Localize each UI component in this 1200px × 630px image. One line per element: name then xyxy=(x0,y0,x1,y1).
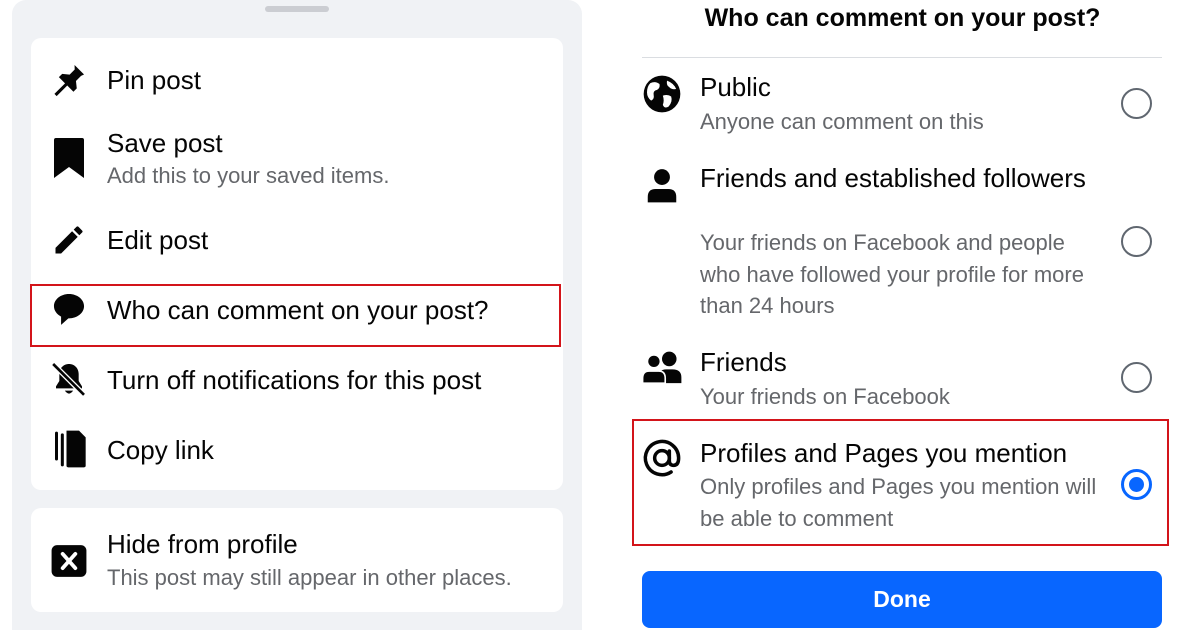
option-description: Only profiles and Pages you mention will… xyxy=(700,474,1097,531)
divider xyxy=(642,57,1162,58)
menu-item-label: Who can comment on your post? xyxy=(107,295,489,325)
done-button[interactable]: Done xyxy=(642,571,1162,628)
option-profiles-and-pages-you-mention[interactable]: Profiles and Pages you mention Only prof… xyxy=(620,436,1180,538)
menu-item-sublabel: Add this to your saved items. xyxy=(107,163,390,188)
menu-item-label: Turn off notifications for this post xyxy=(107,365,482,395)
pencil-icon xyxy=(49,220,89,260)
post-options-sheet: Pin post Save post Add this to your save… xyxy=(12,0,582,630)
who-can-comment-dialog: Who can comment on your post? Public Any… xyxy=(620,0,1200,630)
menu-item-label: Save post xyxy=(107,128,223,158)
option-description: Your friends on Facebook and people who … xyxy=(700,230,1084,318)
option-friends[interactable]: Friends Your friends on Facebook xyxy=(620,345,1180,415)
radio-friends-and-followers[interactable] xyxy=(1121,226,1152,257)
dialog-title: Who can comment on your post? xyxy=(704,4,1101,32)
menu-item-label: Hide from profile xyxy=(107,529,298,559)
option-label: Public xyxy=(700,72,771,102)
menu-item-sublabel: This post may still appear in other plac… xyxy=(107,565,512,590)
menu-item-edit-post[interactable]: Edit post xyxy=(31,216,563,264)
menu-item-label: Pin post xyxy=(107,65,201,95)
radio-profiles-and-pages-you-mention[interactable] xyxy=(1121,469,1152,500)
copy-link-icon xyxy=(49,429,89,469)
menu-item-copy-link[interactable]: Copy link xyxy=(31,426,563,476)
option-friends-and-followers[interactable]: Friends and established followers Your f… xyxy=(620,161,1180,326)
person-icon xyxy=(640,163,684,207)
bell-off-icon xyxy=(49,359,89,399)
radio-public[interactable] xyxy=(1121,88,1152,119)
menu-item-save-post[interactable]: Save post Add this to your saved items. xyxy=(31,122,563,196)
pin-icon xyxy=(49,60,89,100)
sheet-drag-handle[interactable] xyxy=(265,6,329,12)
comment-bubble-icon xyxy=(49,289,89,329)
menu-item-pin-post[interactable]: Pin post xyxy=(31,56,563,104)
bookmark-icon xyxy=(49,138,89,178)
option-label: Profiles and Pages you mention xyxy=(700,438,1068,468)
menu-item-hide-from-profile[interactable]: Hide from profile This post may still ap… xyxy=(31,526,563,600)
option-public[interactable]: Public Anyone can comment on this xyxy=(620,70,1180,140)
option-description: Your friends on Facebook xyxy=(700,384,950,409)
menu-item-label: Copy link xyxy=(107,435,214,465)
close-box-icon xyxy=(49,541,89,581)
option-label: Friends and established followers xyxy=(700,163,1086,193)
menu-item-who-can-comment[interactable]: Who can comment on your post? xyxy=(31,286,563,336)
friends-icon xyxy=(640,345,684,389)
menu-item-turn-off-notifications[interactable]: Turn off notifications for this post xyxy=(31,356,563,406)
at-sign-icon xyxy=(640,436,684,480)
menu-item-label: Edit post xyxy=(107,225,209,255)
post-options-menu: Pin post Save post Add this to your save… xyxy=(31,38,563,490)
radio-friends[interactable] xyxy=(1121,362,1152,393)
option-label: Friends xyxy=(700,347,787,377)
option-description: Anyone can comment on this xyxy=(700,109,984,134)
globe-icon xyxy=(640,72,684,116)
hide-from-profile-card: Hide from profile This post may still ap… xyxy=(31,508,563,612)
